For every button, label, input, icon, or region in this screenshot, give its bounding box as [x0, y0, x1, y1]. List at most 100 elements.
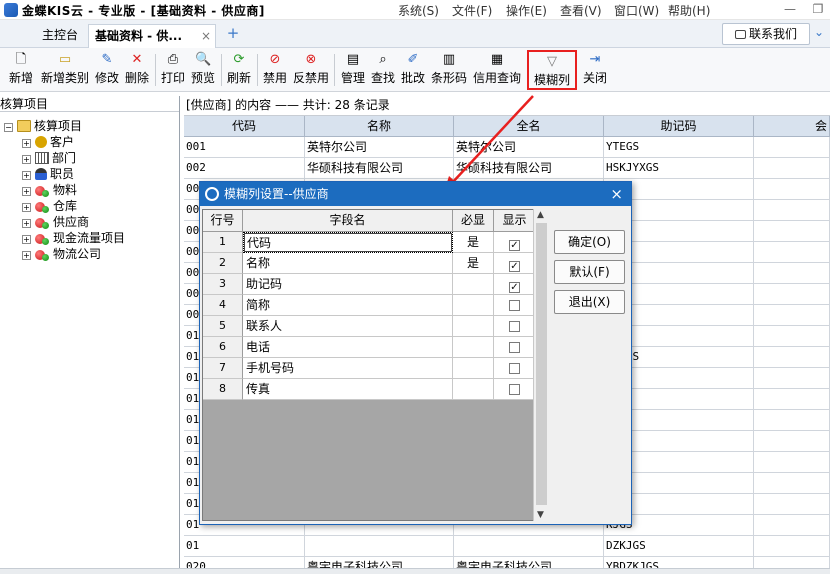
column-header-name[interactable]: 名称 [305, 116, 454, 137]
field-name-cell[interactable]: 助记码 [243, 274, 453, 295]
column-header-fullname[interactable]: 全名 [454, 116, 604, 137]
menu-help[interactable]: 帮助(H) [668, 2, 722, 19]
menu-operation[interactable]: 操作(E) [506, 2, 560, 19]
field-name-cell[interactable]: 电话 [243, 337, 453, 358]
restore-icon[interactable]: ❐ [810, 1, 826, 17]
tree-item-cashflow[interactable]: + 现金流量项目 [22, 230, 125, 246]
expand-icon[interactable]: + [22, 251, 31, 260]
find-button[interactable]: ⌕ 查找 [368, 50, 398, 90]
tree-item-department[interactable]: + 部门 [22, 150, 76, 166]
contact-us-button[interactable]: 联系我们 [722, 23, 810, 45]
cell-extra[interactable] [754, 515, 830, 536]
scroll-up-icon[interactable]: ▲ [537, 210, 544, 220]
new-button[interactable]: 🗋 新增 [6, 50, 36, 90]
cell-extra[interactable] [754, 200, 830, 221]
cell-extra[interactable] [754, 473, 830, 494]
delete-button[interactable]: ✕ 删除 [122, 50, 152, 90]
cell-extra[interactable] [754, 242, 830, 263]
show-cell[interactable]: ✓ [494, 274, 536, 295]
scroll-thumb[interactable] [536, 223, 547, 505]
field-name-cell[interactable]: 传真 [243, 379, 453, 400]
disable-button[interactable]: ⊘ 禁用 [260, 50, 290, 90]
manage-button[interactable]: ▤ 管理 [338, 50, 368, 90]
credit-query-button[interactable]: ▦ 信用查询 [470, 50, 524, 90]
expand-icon[interactable]: + [22, 219, 31, 228]
show-cell[interactable] [494, 295, 536, 316]
expand-icon[interactable]: + [22, 203, 31, 212]
cell-extra[interactable] [754, 179, 830, 200]
cell-extra[interactable] [754, 410, 830, 431]
cell-extra[interactable] [754, 158, 830, 179]
expand-icon[interactable]: + [22, 187, 31, 196]
ok-button[interactable]: 确定(O) [554, 230, 625, 254]
print-button[interactable]: ⎙ 打印 [158, 50, 188, 90]
refresh-button[interactable]: ⟳ 刷新 [224, 50, 254, 90]
cell-extra[interactable] [754, 221, 830, 242]
cell-extra[interactable] [754, 137, 830, 158]
show-cell[interactable] [494, 316, 536, 337]
tree-item-material[interactable]: + 物料 [22, 182, 77, 198]
cell-mnemonic[interactable]: YTEGS [604, 137, 754, 158]
tab-main-console[interactable]: 主控台 [36, 24, 86, 48]
menu-system[interactable]: 系统(S) [398, 2, 452, 19]
cell-extra[interactable] [754, 284, 830, 305]
chevron-down-icon[interactable]: ⌄ [814, 25, 824, 39]
add-tab-icon[interactable]: + [226, 26, 240, 41]
tree-item-customer[interactable]: + 客户 [22, 134, 74, 150]
barcode-button[interactable]: ▥ 条形码 [428, 50, 470, 90]
cell-name[interactable]: 英特尔公司 [305, 137, 454, 158]
cell-name[interactable] [305, 536, 454, 557]
menu-window[interactable]: 窗口(W) [614, 2, 668, 19]
column-header-mnemonic[interactable]: 助记码 [604, 116, 754, 137]
fuzzy-column-button[interactable]: ▽ 模糊列 [527, 50, 577, 90]
preview-button[interactable]: 🔍 预览 [188, 50, 218, 90]
cell-extra[interactable] [754, 389, 830, 410]
cell-extra[interactable] [754, 368, 830, 389]
show-checkbox[interactable] [509, 384, 520, 395]
cell-mnemonic[interactable]: DZKJGS [604, 536, 754, 557]
field-name-cell[interactable]: 简称 [243, 295, 453, 316]
menu-view[interactable]: 查看(V) [560, 2, 614, 19]
show-cell[interactable] [494, 379, 536, 400]
tree-item-warehouse[interactable]: + 仓库 [22, 198, 77, 214]
show-cell[interactable]: ✓ [494, 232, 536, 253]
cell-extra[interactable] [754, 347, 830, 368]
tree-root[interactable]: − 核算项目 [4, 118, 82, 134]
default-button[interactable]: 默认(F) [554, 260, 625, 284]
column-header-extra[interactable]: 会 [754, 116, 830, 137]
show-checkbox[interactable]: ✓ [509, 240, 520, 251]
enable-button[interactable]: ⊗ 反禁用 [290, 50, 332, 90]
cell-code[interactable]: 002 [184, 158, 305, 179]
close-button[interactable]: ⇥ 关闭 [580, 50, 610, 90]
expand-icon[interactable]: + [22, 139, 31, 148]
menu-file[interactable]: 文件(F) [452, 2, 506, 19]
scroll-down-icon[interactable]: ▼ [537, 510, 544, 520]
cell-code[interactable]: 001 [184, 137, 305, 158]
cell-extra[interactable] [754, 326, 830, 347]
show-cell[interactable] [494, 337, 536, 358]
show-checkbox[interactable]: ✓ [509, 282, 520, 293]
cell-extra[interactable] [754, 494, 830, 515]
expand-icon[interactable]: + [22, 235, 31, 244]
show-checkbox[interactable] [509, 342, 520, 353]
cell-mnemonic[interactable]: HSKJYXGS [604, 158, 754, 179]
cell-fullname[interactable] [454, 536, 604, 557]
close-icon[interactable]: × [201, 25, 211, 47]
tree-item-employee[interactable]: + 职员 [22, 166, 74, 182]
collapse-icon[interactable]: − [4, 123, 13, 132]
field-name-cell[interactable]: 名称 [243, 253, 453, 274]
expand-icon[interactable]: + [22, 171, 31, 180]
show-checkbox[interactable] [509, 321, 520, 332]
minimize-icon[interactable]: — [782, 1, 798, 17]
cell-extra[interactable] [754, 263, 830, 284]
column-header-code[interactable]: 代码 [184, 116, 305, 137]
new-category-button[interactable]: ▭ 新增类别 [38, 50, 92, 90]
expand-icon[interactable]: + [22, 155, 31, 164]
show-cell[interactable]: ✓ [494, 253, 536, 274]
tree-item-logistics[interactable]: + 物流公司 [22, 246, 101, 262]
batch-modify-button[interactable]: ✐ 批改 [398, 50, 428, 90]
show-checkbox[interactable] [509, 300, 520, 311]
exit-button[interactable]: 退出(X) [554, 290, 625, 314]
field-name-cell[interactable]: 代码 [243, 232, 453, 253]
dialog-scrollbar[interactable]: ▲ ▼ [533, 209, 549, 521]
